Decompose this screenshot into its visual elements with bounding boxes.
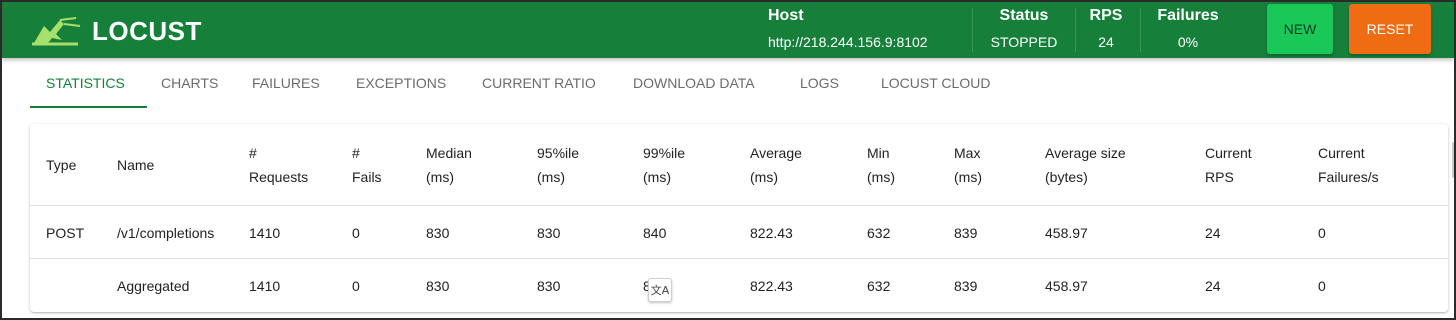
- cell-current-failures: 0: [1318, 225, 1326, 241]
- tab-failures[interactable]: FAILURES: [252, 58, 320, 108]
- cell-fails: 0: [352, 278, 360, 294]
- col-header-min: Min (ms): [867, 145, 895, 185]
- col-header-requests: # Requests: [249, 145, 309, 185]
- header-divider: [1075, 8, 1076, 52]
- reset-button[interactable]: RESET: [1349, 4, 1431, 54]
- cell-average-size: 458.97: [1045, 278, 1088, 294]
- cell-fails: 0: [352, 225, 360, 241]
- tab-charts[interactable]: CHARTS: [161, 58, 218, 108]
- col-header-p99: 99%ile (ms): [643, 145, 686, 185]
- translate-icon[interactable]: 文A: [648, 278, 672, 302]
- col-header-current-failures: Current Failures/s: [1318, 145, 1379, 185]
- cell-requests: 1410: [249, 225, 281, 241]
- tab-current-ratio[interactable]: CURRENT RATIO: [482, 58, 596, 108]
- col-header-average: Average (ms): [750, 145, 802, 185]
- cell-average: 822.43: [750, 225, 793, 241]
- col-header-fails: # Fails: [352, 145, 382, 185]
- host-label: Host: [768, 7, 804, 24]
- rps-value: 24: [1098, 34, 1114, 50]
- host-value: http://218.244.156.9:8102: [768, 34, 928, 50]
- cell-current-rps: 24: [1205, 278, 1221, 294]
- status-stat: Status STOPPED: [988, 6, 1060, 52]
- col-header-name: Name: [117, 157, 155, 173]
- status-label: Status: [999, 7, 1049, 24]
- rps-stat: RPS 24: [1086, 6, 1126, 52]
- brand-name: LOCUST: [92, 15, 202, 46]
- col-header-max: Max (ms): [954, 145, 982, 185]
- cell-average: 822.43: [750, 278, 793, 294]
- col-header-p95: 95%ile (ms): [537, 145, 580, 185]
- row-divider: [30, 205, 1448, 206]
- cell-median: 830: [426, 225, 450, 241]
- locust-icon: [32, 17, 81, 46]
- col-header-current-rps: Current RPS: [1205, 145, 1252, 185]
- tab-statistics[interactable]: STATISTICS: [46, 58, 125, 108]
- statistics-table: Type Name # Requests # Fails Median (ms) 95…: [30, 124, 1448, 312]
- cell-name: /v1/completions: [117, 225, 215, 241]
- cell-median: 830: [426, 278, 450, 294]
- scrollbar-handle[interactable]: [1452, 142, 1454, 178]
- col-header-type: Type: [46, 157, 77, 173]
- cell-current-rps: 24: [1205, 225, 1221, 241]
- cell-min: 632: [867, 278, 891, 294]
- new-button[interactable]: NEW: [1267, 4, 1333, 54]
- tab-locust-cloud[interactable]: LOCUST CLOUD: [881, 58, 990, 108]
- cell-current-failures: 0: [1318, 278, 1326, 294]
- cell-name: Aggregated: [117, 278, 190, 294]
- failures-value: 0%: [1177, 34, 1199, 50]
- cell-max: 839: [954, 225, 978, 241]
- cell-average-size: 458.97: [1045, 225, 1088, 241]
- cell-p95: 830: [537, 225, 561, 241]
- failures-label: Failures: [1157, 7, 1219, 24]
- col-header-average-size: Average size (bytes): [1045, 145, 1126, 185]
- tab-download-data[interactable]: DOWNLOAD DATA: [633, 58, 755, 108]
- row-divider: [30, 258, 1448, 259]
- header-divider: [972, 8, 973, 52]
- app-window: LOCUST Host http://218.244.156.9:8102 St…: [2, 2, 1454, 318]
- cell-type: POST: [46, 225, 85, 241]
- rps-label: RPS: [1089, 7, 1123, 24]
- active-tab-indicator: [30, 106, 147, 108]
- host-stat: Host http://218.244.156.9:8102: [768, 6, 928, 52]
- tab-exceptions[interactable]: EXCEPTIONS: [356, 58, 446, 108]
- failures-stat: Failures 0%: [1152, 6, 1224, 52]
- cell-p95: 830: [537, 278, 561, 294]
- cell-p99: 840: [643, 225, 667, 241]
- col-header-median: Median (ms): [426, 145, 472, 185]
- header-divider: [1140, 8, 1141, 52]
- locust-logo[interactable]: LOCUST: [30, 14, 202, 48]
- app-header: LOCUST Host http://218.244.156.9:8102 St…: [2, 2, 1454, 58]
- cell-max: 839: [954, 278, 978, 294]
- cell-requests: 1410: [249, 278, 281, 294]
- tab-logs[interactable]: LOGS: [800, 58, 839, 108]
- cell-min: 632: [867, 225, 891, 241]
- status-value: STOPPED: [990, 34, 1058, 50]
